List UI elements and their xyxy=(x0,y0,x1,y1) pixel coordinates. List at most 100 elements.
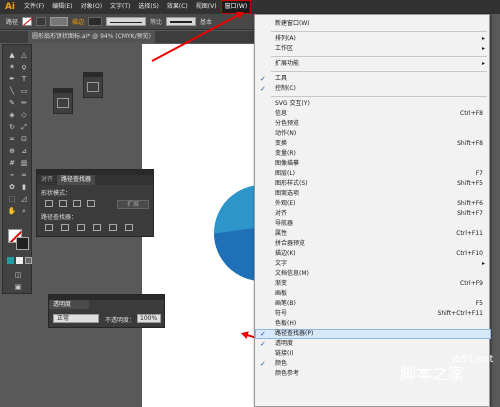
stroke-color-dropdown[interactable] xyxy=(50,17,69,26)
drawing-mode-icon[interactable]: ◫ xyxy=(13,271,23,280)
magic-wand-tool-icon[interactable]: ✶ xyxy=(7,63,17,72)
menu-row[interactable]: 外观(E) Shift+F6 xyxy=(255,199,491,209)
blob-brush-tool-icon[interactable]: ◈ xyxy=(7,111,17,120)
variable-width-dropdown[interactable] xyxy=(106,17,147,26)
menu-row-label: 导航器 xyxy=(275,220,294,227)
menu-row[interactable]: 图案选项 xyxy=(255,189,491,199)
menu-row[interactable]: 分色预览 xyxy=(255,119,491,129)
eraser-tool-icon[interactable]: ◇ xyxy=(19,111,29,120)
menu-row[interactable]: 渐变 Ctrl+F9 xyxy=(255,279,491,289)
zoom-tool-icon[interactable]: ⌕ xyxy=(19,207,29,216)
free-transform-tool-icon[interactable]: ⊡ xyxy=(19,135,29,144)
menu-row[interactable]: ✓ 工具 xyxy=(255,74,491,84)
scale-tool-icon[interactable]: ⤢ xyxy=(19,123,29,132)
perspective-grid-tool-icon[interactable]: ⊿ xyxy=(19,147,29,156)
selection-tool-icon[interactable]: ▲ xyxy=(7,51,17,60)
eyedropper-tool-icon[interactable]: ⌁ xyxy=(7,171,17,180)
stroke-color-swatch[interactable] xyxy=(16,237,29,250)
expand-button[interactable]: 扩展 xyxy=(117,200,149,209)
tab-align[interactable]: 对齐 xyxy=(37,175,57,185)
artboard-tool-icon[interactable]: ⬚ xyxy=(7,195,17,204)
stroke-label[interactable]: 描边 xyxy=(72,17,84,26)
crop-icon[interactable] xyxy=(93,224,101,231)
exclude-icon[interactable] xyxy=(87,200,95,207)
menu-row[interactable]: 画板 xyxy=(255,289,491,299)
outline-icon[interactable] xyxy=(109,224,117,231)
pencil-tool-icon[interactable]: ✏ xyxy=(19,99,29,108)
screen-mode-icon[interactable]: ▣ xyxy=(13,283,23,292)
menu-row[interactable]: 符号 Shift+Ctrl+F11 xyxy=(255,309,491,319)
gradient-tool-icon[interactable]: ▥ xyxy=(19,159,29,168)
gradient-mode-icon[interactable] xyxy=(16,257,23,264)
blend-tool-icon[interactable]: ∞ xyxy=(19,171,29,180)
menu-row[interactable]: 扩展功能 ▸ xyxy=(255,59,491,69)
fill-none-swatch[interactable] xyxy=(22,17,33,26)
menu-item[interactable]: 视图(V) xyxy=(192,0,221,14)
menu-row[interactable]: 导航器 xyxy=(255,219,491,229)
menu-row[interactable]: 新建窗口(W) xyxy=(255,19,491,29)
paintbrush-tool-icon[interactable]: ✎ xyxy=(7,99,17,108)
menu-row[interactable]: 图形样式(S) Shift+F5 xyxy=(255,179,491,189)
menu-item[interactable]: 选择(S) xyxy=(134,0,163,14)
symbol-sprayer-tool-icon[interactable]: ✿ xyxy=(7,183,17,192)
merge-icon[interactable] xyxy=(77,224,85,231)
menu-item[interactable]: 对象(O) xyxy=(77,0,106,14)
menu-row[interactable]: 文字 ▸ xyxy=(255,259,491,269)
unite-icon[interactable] xyxy=(45,200,53,207)
minus-front-icon[interactable] xyxy=(59,200,67,207)
menu-item[interactable]: 文件(F) xyxy=(20,0,48,14)
menu-row[interactable]: 工作区 ▸ xyxy=(255,44,491,54)
hand-tool-icon[interactable]: ✋ xyxy=(7,207,17,216)
blend-mode-select[interactable]: 正常 xyxy=(53,314,99,323)
menu-row[interactable]: 动作(N) xyxy=(255,129,491,139)
menu-row[interactable]: 对齐 Shift+F7 xyxy=(255,209,491,219)
fill-dropdown[interactable] xyxy=(36,17,47,26)
rectangle-tool-icon[interactable]: ▭ xyxy=(19,87,29,96)
menu-row[interactable]: 排列(A) ▸ xyxy=(255,34,491,44)
menu-row[interactable]: 色板(H) xyxy=(255,319,491,329)
menu-row[interactable]: 画笔(B) F5 xyxy=(255,299,491,309)
menu-row[interactable]: 拼合器预览 xyxy=(255,239,491,249)
tab-transparency[interactable]: 透明度 xyxy=(49,300,89,309)
menu-row[interactable]: 图层(L) F7 xyxy=(255,169,491,179)
collapsed-panel-1[interactable] xyxy=(53,88,73,114)
shape-builder-tool-icon[interactable]: ⊕ xyxy=(7,147,17,156)
stroke-weight-field[interactable] xyxy=(88,17,103,26)
menu-row[interactable]: SVG 交互(Y) xyxy=(255,99,491,109)
menu-item[interactable]: 文字(T) xyxy=(106,0,134,14)
trim-icon[interactable] xyxy=(61,224,69,231)
none-mode-icon[interactable] xyxy=(25,257,32,264)
menu-row[interactable]: 信息 Ctrl+F8 xyxy=(255,109,491,119)
opacity-field[interactable]: 100% xyxy=(137,314,161,323)
menu-row[interactable]: ✓ 透明度 xyxy=(255,339,491,349)
lasso-tool-icon[interactable]: ϙ xyxy=(19,63,29,72)
type-tool-icon[interactable]: T xyxy=(19,75,29,84)
direct-selection-tool-icon[interactable]: △ xyxy=(19,51,29,60)
tab-pathfinder[interactable]: 路径查找器 xyxy=(57,175,96,185)
menu-row[interactable]: 文档信息(M) xyxy=(255,269,491,279)
slice-tool-icon[interactable]: ◿ xyxy=(19,195,29,204)
menu-item[interactable]: 效果(C) xyxy=(163,0,192,14)
menu-row[interactable]: 变换 Shift+F8 xyxy=(255,139,491,149)
width-tool-icon[interactable]: ≍ xyxy=(7,135,17,144)
menu-row[interactable]: ✓ 控制(C) xyxy=(255,84,491,94)
menu-row[interactable]: ✓ 路径查找器(P) xyxy=(255,329,491,339)
menu-item[interactable]: 编辑(E) xyxy=(48,0,76,14)
collapsed-panel-2[interactable] xyxy=(83,72,103,98)
menu-row-label: 图像描摹 xyxy=(275,160,300,167)
pen-tool-icon[interactable]: ✒ xyxy=(7,75,17,84)
graph-tool-icon[interactable]: ▮ xyxy=(19,183,29,192)
menu-row[interactable]: 图像描摹 xyxy=(255,159,491,169)
menu-row[interactable]: 属性 Ctrl+F11 xyxy=(255,229,491,239)
color-mode-icon[interactable] xyxy=(7,257,14,264)
menu-row[interactable]: 变量(R) xyxy=(255,149,491,159)
divide-icon[interactable] xyxy=(45,224,53,231)
menu-row[interactable]: 描边(K) Ctrl+F10 xyxy=(255,249,491,259)
brush-dropdown[interactable] xyxy=(166,17,197,26)
minus-back-icon[interactable] xyxy=(125,224,133,231)
document-tab[interactable]: 圆形扇形饼状图标.ai* @ 94% (CMYK/预览) xyxy=(28,31,155,43)
rotate-tool-icon[interactable]: ↻ xyxy=(7,123,17,132)
intersect-icon[interactable] xyxy=(73,200,81,207)
mesh-tool-icon[interactable]: # xyxy=(7,159,17,168)
line-tool-icon[interactable]: ╲ xyxy=(7,87,17,96)
